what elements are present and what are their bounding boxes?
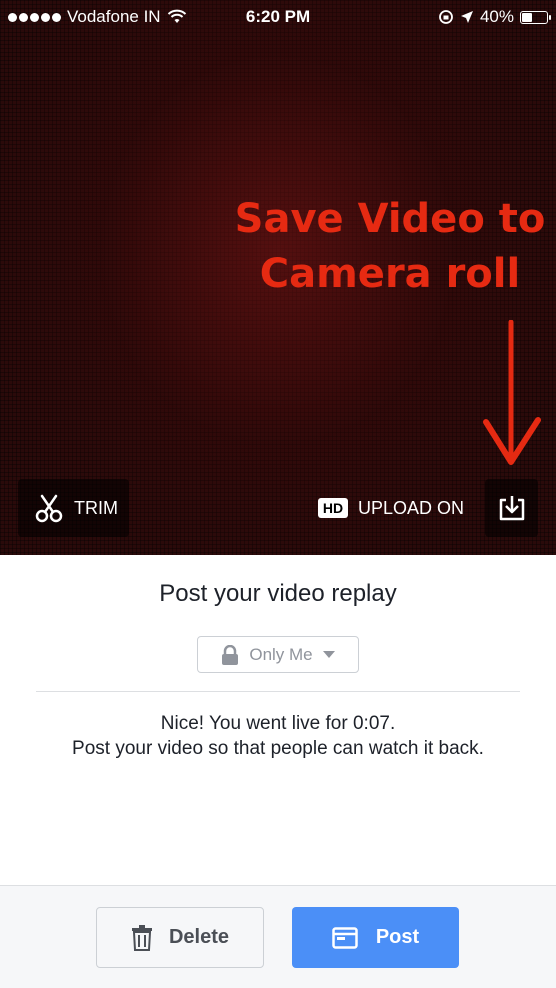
message-line-2: Post your video so that people can watch…	[72, 738, 484, 759]
location-icon	[460, 11, 473, 23]
annotation-text: Save Video to Camera roll	[230, 192, 550, 302]
post-label: Post	[375, 926, 420, 948]
arrow-down-icon	[483, 320, 541, 465]
battery-level	[522, 12, 533, 22]
status-right: 40%	[438, 7, 551, 27]
battery-icon	[520, 10, 551, 24]
privacy-selector[interactable]: Only Me	[197, 636, 359, 673]
battery-percent: 40%	[479, 7, 514, 26]
download-icon	[499, 496, 524, 521]
upload-status-label[interactable]: UPLOAD ON	[358, 498, 464, 518]
caret-down-icon	[322, 650, 335, 658]
privacy-value: Only Me	[249, 644, 313, 664]
trim-label: TRIM	[74, 497, 118, 518]
annotation-line-1: Save Video to	[234, 196, 546, 242]
page-title: Post your video replay	[159, 580, 397, 607]
video-preview: Vodafone IN 6:20 PM 40% Save Video to Ca…	[0, 0, 556, 555]
status-bar: Vodafone IN 6:20 PM 40%	[0, 0, 556, 34]
save-to-camera-roll-button[interactable]	[485, 479, 538, 537]
post-button[interactable]: Post	[292, 907, 459, 968]
live-summary-message: Nice! You went live for 0:07. Post your …	[0, 711, 556, 761]
delete-button[interactable]: Delete	[96, 907, 264, 968]
trash-icon	[131, 924, 152, 951]
video-post-icon	[332, 926, 358, 949]
footer-bar	[0, 885, 556, 988]
divider	[36, 691, 520, 692]
lock-icon	[222, 644, 239, 665]
annotation-line-2: Camera roll	[259, 251, 521, 297]
hd-badge[interactable]: HD	[318, 498, 348, 518]
scissors-icon	[35, 494, 63, 523]
trim-button[interactable]: TRIM	[18, 479, 129, 537]
rotation-lock-icon	[439, 10, 453, 24]
delete-label: Delete	[168, 926, 230, 948]
message-line-1: Nice! You went live for 0:07.	[160, 713, 396, 734]
